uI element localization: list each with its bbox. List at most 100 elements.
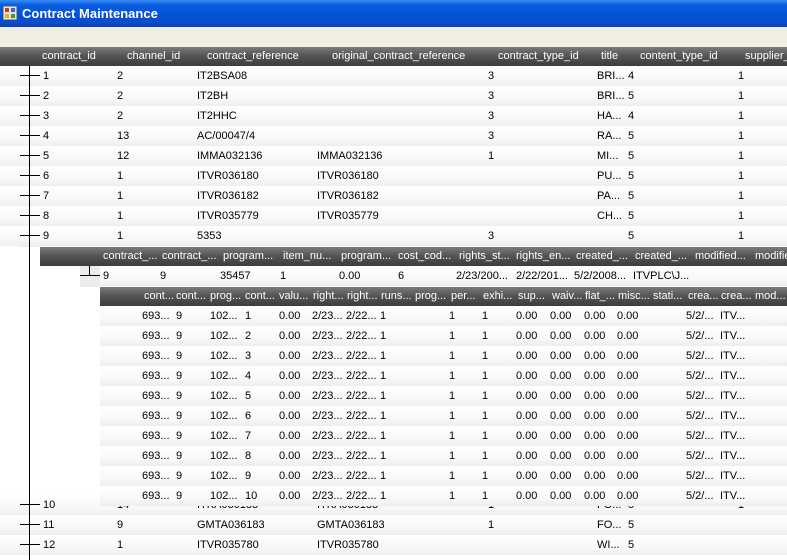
table-cell: 0.00 bbox=[516, 410, 538, 422]
column-header: right... bbox=[347, 290, 378, 302]
column-header: item_nu... bbox=[283, 250, 332, 262]
window-app-icon[interactable] bbox=[3, 6, 17, 20]
table-cell: 0.00 bbox=[279, 410, 301, 422]
table-cell: 1 bbox=[449, 350, 456, 362]
table-row[interactable]: 4 13 AC/00047/4 3 RA... 5 1 bbox=[0, 126, 787, 146]
column-header: prog... bbox=[415, 290, 447, 302]
table-cell: 1 bbox=[482, 450, 489, 462]
table-row[interactable]: 693... 9 102... 5 0.00 2/23... 2/22... 1 1 1 0.00 0… bbox=[100, 386, 787, 406]
table-cell: 102... bbox=[210, 330, 238, 342]
table-cell: 1 bbox=[482, 490, 489, 502]
table-row[interactable]: 693... 9 102... 4 0.00 2/23... 2/22... 1 1 1 0.00 0… bbox=[100, 366, 787, 386]
table-cell: ITVR035780 bbox=[317, 539, 379, 551]
table-cell: 0.00 bbox=[279, 490, 301, 502]
table-cell: 693... bbox=[142, 330, 170, 342]
table-cell: 9 bbox=[176, 450, 183, 462]
tree-connector bbox=[20, 155, 40, 156]
table-row[interactable]: 5 12 IMMA032136 IMMA032136 1 MI... 5 1 bbox=[0, 146, 787, 166]
table-cell: 102... bbox=[210, 430, 238, 442]
table-row[interactable]: 9 9 35457 1 0.00 6 2/23/200... 2/22/201... 5/2/2… bbox=[100, 266, 787, 286]
table-cell: 0.00 bbox=[617, 410, 639, 422]
table-cell: 0.00 bbox=[584, 370, 606, 382]
table-cell: 9 bbox=[160, 270, 167, 282]
table-cell: ITVR035779 bbox=[197, 210, 259, 222]
table-cell: 6 bbox=[245, 410, 252, 422]
table-cell: 5/2/... bbox=[686, 390, 714, 402]
contract-grid[interactable]: contract_id channel_id contract_reference o… bbox=[0, 47, 787, 560]
table-cell: 2/22... bbox=[346, 450, 377, 462]
tree-connector bbox=[20, 544, 40, 545]
table-cell: 13 bbox=[117, 130, 130, 142]
table-cell: 5/2/... bbox=[686, 310, 714, 322]
table-row[interactable]: 6 1 ITVR036180 ITVR036180 PU... 5 1 bbox=[0, 166, 787, 186]
table-cell: 5/2/... bbox=[686, 470, 714, 482]
table-cell: 9 bbox=[43, 230, 50, 242]
table-row[interactable]: 693... 9 102... 9 0.00 2/23... 2/22... 1 1 1 0.00 0… bbox=[100, 466, 787, 486]
table-cell: 0.00 bbox=[550, 390, 572, 402]
table-cell: 0.00 bbox=[279, 390, 301, 402]
table-cell: 0.00 bbox=[279, 450, 301, 462]
column-header: program... bbox=[223, 250, 274, 262]
table-cell: 1 bbox=[380, 450, 387, 462]
table-row[interactable]: 11 9 GMTA036183 GMTA036183 1 FO... 5 bbox=[0, 515, 787, 535]
table-row[interactable]: 9 1 5353 3 5 1 bbox=[0, 226, 787, 246]
table-cell: 5 bbox=[628, 90, 635, 102]
table-cell: 0.00 bbox=[550, 410, 572, 422]
table-cell: 4 bbox=[43, 130, 50, 142]
table-row[interactable]: 693... 9 102... 8 0.00 2/23... 2/22... 1 1 1 0.00 0… bbox=[100, 446, 787, 466]
tree-connector bbox=[20, 135, 40, 136]
table-cell: 1 bbox=[738, 210, 745, 222]
table-cell: 3 bbox=[43, 110, 50, 122]
table-cell: 8 bbox=[245, 450, 252, 462]
column-header: program... bbox=[341, 250, 392, 262]
table-cell: ITV... bbox=[720, 350, 746, 362]
column-header: misc... bbox=[618, 290, 650, 302]
table-cell: 1 bbox=[43, 70, 50, 82]
table-cell: 0.00 bbox=[617, 430, 639, 442]
table-row[interactable]: 7 1 ITVR036182 ITVR036182 PA... 5 1 bbox=[0, 186, 787, 206]
table-cell: 0.00 bbox=[516, 350, 538, 362]
table-cell: 5 bbox=[628, 190, 635, 202]
tree-connector bbox=[20, 75, 40, 76]
column-header: runs... bbox=[381, 290, 412, 302]
title-bar[interactable]: Contract Maintenance bbox=[0, 0, 787, 27]
table-cell: 5 bbox=[628, 130, 635, 142]
table-row[interactable]: 1 2 IT2BSA08 3 BRI... 4 1 bbox=[0, 66, 787, 86]
column-header: per... bbox=[451, 290, 476, 302]
table-cell: 5 bbox=[628, 539, 635, 551]
table-row[interactable]: 8 1 ITVR035779 ITVR035779 CH... 5 1 bbox=[0, 206, 787, 226]
table-cell: 1 bbox=[449, 390, 456, 402]
table-cell: ITV... bbox=[720, 310, 746, 322]
table-row[interactable]: 3 2 IT2HHC 3 HA... 4 1 bbox=[0, 106, 787, 126]
table-cell: 0.00 bbox=[279, 310, 301, 322]
table-row[interactable]: 693... 9 102... 7 0.00 2/23... 2/22... 1 1 1 0.00 0… bbox=[100, 426, 787, 446]
column-header: modifie bbox=[755, 250, 787, 262]
table-cell: 1 bbox=[738, 190, 745, 202]
table-cell: 0.00 bbox=[516, 470, 538, 482]
table-cell: 693... bbox=[142, 310, 170, 322]
table-cell: 0.00 bbox=[279, 370, 301, 382]
table-cell: 5 bbox=[628, 150, 635, 162]
table-row[interactable]: 693... 9 102... 1 0.00 2/23... 2/22... 1 1 1 0.00 0… bbox=[100, 306, 787, 326]
table-row[interactable]: 12 1 ITVR035780 ITVR035780 WI... 5 bbox=[0, 535, 787, 555]
table-cell: 1 bbox=[380, 310, 387, 322]
table-cell: 2/23... bbox=[312, 490, 343, 502]
table-cell: 0.00 bbox=[550, 350, 572, 362]
table-cell: 0.00 bbox=[516, 330, 538, 342]
table-cell: ITVR036180 bbox=[197, 170, 259, 182]
table-row[interactable]: 693... 9 102... 3 0.00 2/23... 2/22... 1 1 1 0.00 0… bbox=[100, 346, 787, 366]
table-cell: GMTA036183 bbox=[317, 519, 385, 531]
table-cell: 102... bbox=[210, 350, 238, 362]
table-cell: 5 bbox=[628, 170, 635, 182]
table-cell: 2 bbox=[117, 70, 124, 82]
table-cell: 2/22... bbox=[346, 430, 377, 442]
table-cell: 10 bbox=[245, 490, 258, 502]
table-row[interactable]: 2 2 IT2BH 3 BRI... 5 1 bbox=[0, 86, 787, 106]
table-cell: 1 bbox=[449, 410, 456, 422]
table-row[interactable]: 693... 9 102... 6 0.00 2/23... 2/22... 1 1 1 0.00 0… bbox=[100, 406, 787, 426]
table-row[interactable]: 693... 9 102... 2 0.00 2/23... 2/22... 1 1 1 0.00 0… bbox=[100, 326, 787, 346]
table-cell: 5/2/... bbox=[686, 430, 714, 442]
table-row[interactable]: 693... 9 102... 10 0.00 2/23... 2/22... 1 1 1 0.00… bbox=[100, 486, 787, 506]
items-header: cont... cont... prog... cont... valu... right… bbox=[100, 287, 787, 306]
table-cell: 1 bbox=[380, 390, 387, 402]
